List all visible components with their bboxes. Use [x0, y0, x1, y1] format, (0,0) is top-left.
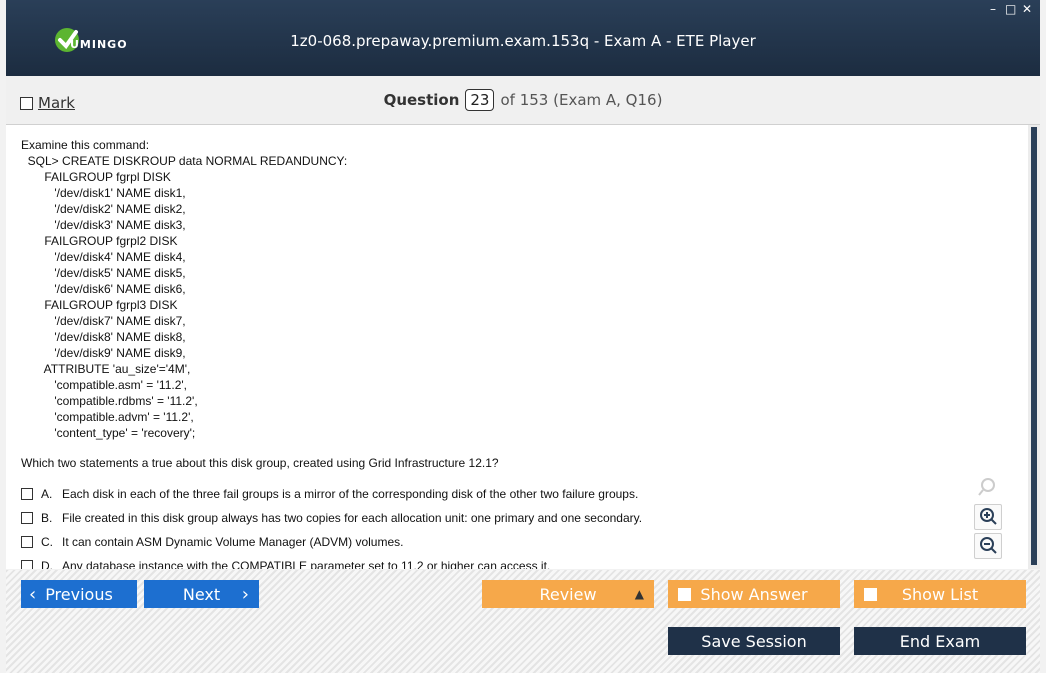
checkbox-icon[interactable] [21, 512, 33, 524]
ete-player-window: UMINGO 1z0-068.prepaway.premium.exam.153… [0, 0, 1046, 673]
show-answer-button[interactable]: Show Answer [668, 580, 840, 608]
triangle-up-icon: ▲ [634, 587, 644, 601]
question-number-input[interactable]: 23 [465, 89, 495, 111]
show-list-label: Show List [901, 584, 979, 604]
question-label: Question [383, 91, 460, 109]
chevron-right-icon: › [241, 583, 249, 605]
code-line: '/dev/disk5' NAME disk5, [21, 266, 186, 280]
show-list-button[interactable]: Show List [854, 580, 1026, 608]
close-icon[interactable]: ✕ [1022, 3, 1032, 15]
next-label: Next [182, 584, 221, 604]
checkbox-icon[interactable] [21, 536, 33, 548]
code-line: 'compatible.advm' = '11.2', [21, 410, 194, 424]
code-line: '/dev/disk8' NAME disk8, [21, 330, 186, 344]
code-line: '/dev/disk6' NAME disk6, [21, 282, 186, 296]
code-line: 'compatible.rdbms' = '11.2', [21, 394, 198, 408]
zoom-in-icon[interactable] [974, 504, 1002, 530]
option-text: File created in this disk group always h… [62, 511, 643, 525]
option-letter: D. [41, 559, 53, 569]
checkbox-icon[interactable] [678, 587, 691, 601]
window-title: 1z0-068.prepaway.premium.exam.153q - Exa… [290, 32, 756, 50]
option-d[interactable]: D. Any database instance with the COMPAT… [21, 559, 550, 569]
end-exam-button[interactable]: End Exam [854, 627, 1026, 655]
minimize-icon[interactable]: – [988, 3, 998, 15]
code-line: FAILGROUP fgrpl2 DISK [21, 234, 178, 248]
previous-label: Previous [45, 584, 113, 604]
question-of-text: of 153 (Exam A, Q16) [500, 91, 663, 109]
question-code: Examine this command: SQL> CREATE DISKRO… [21, 137, 347, 441]
question-counter: Question 23 of 153 (Exam A, Q16) [6, 89, 1040, 111]
title-bar: UMINGO 1z0-068.prepaway.premium.exam.153… [6, 0, 1040, 76]
question-prompt: Which two statements a true about this d… [21, 456, 499, 470]
option-text: It can contain ASM Dynamic Volume Manage… [62, 535, 404, 549]
code-line: '/dev/disk7' NAME disk7, [21, 314, 186, 328]
end-exam-label: End Exam [899, 631, 981, 651]
checkbox-icon[interactable] [864, 587, 877, 601]
code-line: SQL> CREATE DISKROUP data NORMAL REDANDU… [21, 154, 348, 168]
option-letter: C. [41, 535, 53, 549]
next-button[interactable]: Next › [144, 580, 259, 608]
option-c[interactable]: C. It can contain ASM Dynamic Volume Man… [21, 535, 403, 549]
option-letter: B. [41, 511, 53, 525]
scrollbar-thumb[interactable] [1031, 127, 1037, 565]
code-line: '/dev/disk9' NAME disk9, [21, 346, 186, 360]
code-line: '/dev/disk1' NAME disk1, [21, 186, 186, 200]
footer-toolbar: ‹ Previous Next › Review ▲ Show Answer S… [6, 570, 1040, 673]
checkbox-icon[interactable] [21, 560, 33, 569]
window-controls: – □ ✕ [988, 3, 1032, 15]
code-line: ATTRIBUTE 'au_size'='4M', [21, 362, 191, 376]
code-line: '/dev/disk2' NAME disk2, [21, 202, 186, 216]
checkbox-icon[interactable] [21, 488, 33, 500]
vertical-scrollbar[interactable] [1028, 125, 1040, 569]
option-text: Any database instance with the COMPATIBL… [62, 559, 551, 569]
show-answer-label: Show Answer [700, 584, 808, 604]
option-text: Each disk in each of the three fail grou… [62, 487, 639, 501]
question-content: Examine this command: SQL> CREATE DISKRO… [6, 125, 1028, 569]
code-line: 'compatible.asm' = '11.2', [21, 378, 188, 392]
save-session-label: Save Session [701, 631, 807, 651]
maximize-icon[interactable]: □ [1005, 3, 1016, 15]
code-line: 'content_type' = 'recovery'; [21, 426, 196, 440]
option-letter: A. [41, 487, 53, 501]
zoom-fit-icon[interactable] [974, 475, 1000, 499]
code-line: '/dev/disk4' NAME disk4, [21, 250, 186, 264]
question-header: Mark Question 23 of 153 (Exam A, Q16) [6, 76, 1040, 125]
save-session-button[interactable]: Save Session [668, 627, 840, 655]
code-line: FAILGROUP fgrpl3 DISK [21, 298, 178, 312]
option-b[interactable]: B. File created in this disk group alway… [21, 511, 642, 525]
code-line: Examine this command: [21, 138, 150, 152]
previous-button[interactable]: ‹ Previous [21, 580, 137, 608]
chevron-left-icon: ‹ [29, 583, 37, 605]
review-button[interactable]: Review ▲ [482, 580, 654, 608]
option-a[interactable]: A. Each disk in each of the three fail g… [21, 487, 638, 501]
zoom-out-icon[interactable] [974, 533, 1002, 559]
code-line: '/dev/disk3' NAME disk3, [21, 218, 186, 232]
code-line: FAILGROUP fgrpl DISK [21, 170, 171, 184]
review-label: Review [539, 584, 597, 604]
